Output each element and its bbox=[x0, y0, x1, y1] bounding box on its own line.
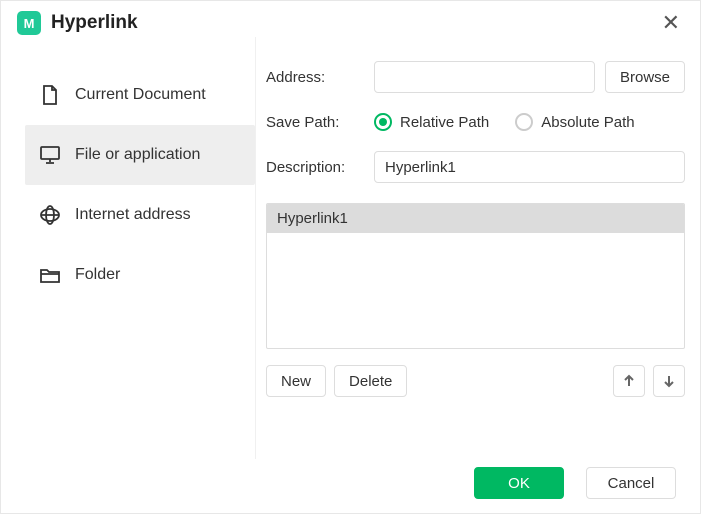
sidebar-item-file-or-application[interactable]: File or application bbox=[25, 125, 255, 185]
folder-icon bbox=[39, 264, 61, 286]
dialog-header: M Hyperlink ✕ bbox=[1, 1, 700, 37]
hyperlinks-list[interactable]: Hyperlink1 bbox=[266, 203, 685, 349]
sidebar-item-label: Internet address bbox=[75, 206, 191, 224]
description-label: Description: bbox=[266, 159, 374, 176]
absolute-path-radio[interactable]: Absolute Path bbox=[515, 113, 634, 131]
radio-checked-icon bbox=[374, 113, 392, 131]
move-up-button[interactable] bbox=[613, 365, 645, 397]
sidebar-item-internet-address[interactable]: Internet address bbox=[25, 185, 255, 245]
arrow-up-icon bbox=[622, 374, 636, 388]
radio-unchecked-icon bbox=[515, 113, 533, 131]
radio-label: Relative Path bbox=[400, 114, 489, 131]
new-button[interactable]: New bbox=[266, 365, 326, 397]
address-label: Address: bbox=[266, 69, 374, 86]
description-input[interactable] bbox=[374, 151, 685, 183]
cancel-button[interactable]: Cancel bbox=[586, 467, 676, 499]
document-icon bbox=[39, 84, 61, 106]
monitor-icon bbox=[39, 144, 61, 166]
sidebar-item-folder[interactable]: Folder bbox=[25, 245, 255, 305]
browse-button[interactable]: Browse bbox=[605, 61, 685, 93]
ok-button[interactable]: OK bbox=[474, 467, 564, 499]
sidebar: Current Document File or application Int… bbox=[1, 37, 255, 459]
list-item[interactable]: Hyperlink1 bbox=[267, 204, 684, 233]
relative-path-radio[interactable]: Relative Path bbox=[374, 113, 489, 131]
globe-icon bbox=[39, 204, 61, 226]
hyperlink-dialog: M Hyperlink ✕ Current Document File or a… bbox=[0, 0, 701, 514]
sidebar-item-label: Folder bbox=[75, 266, 120, 284]
sidebar-item-label: File or application bbox=[75, 146, 200, 164]
dialog-title: Hyperlink bbox=[51, 12, 138, 34]
main-panel: Address: Browse Save Path: Relative Path… bbox=[255, 37, 701, 459]
arrow-down-icon bbox=[662, 374, 676, 388]
address-input[interactable] bbox=[374, 61, 595, 93]
delete-button[interactable]: Delete bbox=[334, 365, 407, 397]
radio-label: Absolute Path bbox=[541, 114, 634, 131]
sidebar-item-current-document[interactable]: Current Document bbox=[25, 65, 255, 125]
close-icon[interactable]: ✕ bbox=[658, 12, 684, 34]
move-down-button[interactable] bbox=[653, 365, 685, 397]
app-logo-icon: M bbox=[17, 11, 41, 35]
savepath-label: Save Path: bbox=[266, 114, 374, 131]
sidebar-item-label: Current Document bbox=[75, 86, 206, 104]
